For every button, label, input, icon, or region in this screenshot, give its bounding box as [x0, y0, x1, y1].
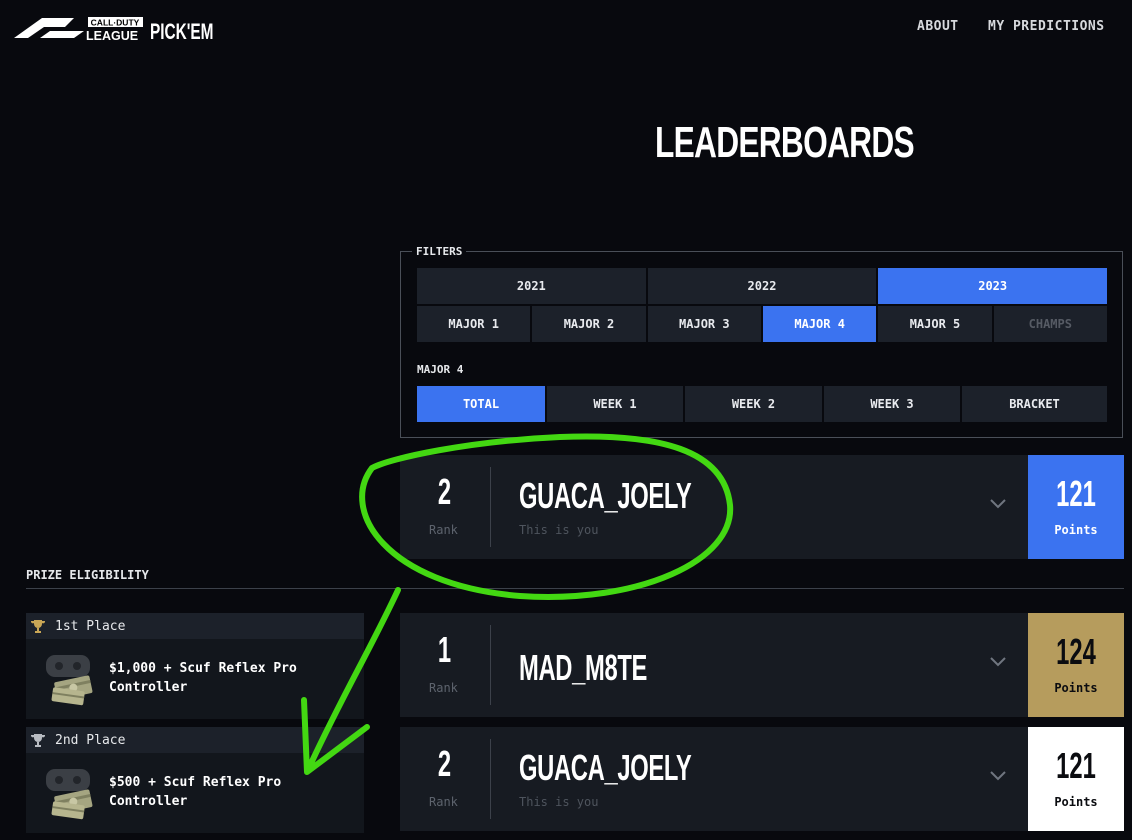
prize-place-label: 1st Place	[55, 619, 126, 634]
tab-year-2023[interactable]: 2023	[878, 268, 1108, 304]
tab-major-1[interactable]: MAJOR 1	[417, 306, 531, 342]
tab-bracket[interactable]: BRACKET	[962, 386, 1107, 422]
tab-major-4[interactable]: MAJOR 4	[762, 306, 877, 342]
tab-week-2[interactable]: WEEK 2	[685, 386, 822, 422]
player-name: MAD_M8TE	[519, 647, 648, 688]
points-box: 124 Points	[1028, 613, 1124, 717]
tab-year-2021[interactable]: 2021	[417, 268, 646, 304]
chevron-down-icon[interactable]	[988, 495, 1008, 511]
year-tabs: 2021 2022 2023	[417, 268, 1108, 304]
points-label: Points	[1054, 795, 1098, 809]
tab-year-2022[interactable]: 2022	[647, 268, 877, 304]
rank-label: Rank	[429, 523, 458, 537]
nav-my-predictions-link[interactable]: MY PREDICTIONS	[988, 19, 1105, 34]
current-user-row[interactable]: 2 Rank GUACA_JOELY This is you 121 Point…	[400, 455, 1124, 559]
row-divider	[490, 739, 491, 819]
prize-place-label: 2nd Place	[55, 733, 126, 748]
logo-top-text: CALL·DUTY	[91, 18, 140, 28]
prize-reward-text: $500 + Scuf Reflex Pro Controller	[109, 775, 282, 809]
leaderboard-row[interactable]: 1 Rank MAD_M8TE 124 Points	[400, 613, 1124, 717]
prize-card-header: 2nd Place	[26, 727, 364, 753]
cdl-pickem-logo[interactable]: CALL·DUTY LEAGUE PICK'EM	[14, 14, 214, 42]
selected-major-label: MAJOR 4	[417, 363, 464, 376]
rank-label: Rank	[429, 681, 458, 695]
controller-cash-icon	[46, 769, 93, 820]
chevron-down-icon[interactable]	[988, 653, 1008, 669]
tab-major-3[interactable]: MAJOR 3	[647, 306, 761, 342]
rank-number: 1	[437, 629, 452, 670]
trophy-icon	[31, 734, 45, 747]
this-is-you-label: This is you	[519, 795, 599, 809]
chevron-down-icon[interactable]	[988, 767, 1008, 783]
prize-eligibility-heading: PRIZE ELIGIBILITY	[26, 568, 149, 582]
points-value: 124	[1056, 631, 1096, 672]
row-divider	[490, 467, 491, 547]
page-title: LEADERBOARDS	[655, 118, 915, 167]
tab-major-5[interactable]: MAJOR 5	[878, 306, 992, 342]
points-value: 121	[1056, 473, 1096, 514]
prize-reward-text: $1,000 + Scuf Reflex Pro Controller	[109, 661, 297, 695]
prize-card-2nd: 2nd Place $500 + Scuf Reflex Pro Control…	[26, 727, 364, 833]
tab-major-2[interactable]: MAJOR 2	[532, 306, 646, 342]
logo-league-text: LEAGUE	[86, 29, 138, 42]
player-name: GUACA_JOELY	[519, 475, 692, 516]
row-divider	[490, 625, 491, 705]
rank-label: Rank	[429, 795, 458, 809]
points-box: 121 Points	[1028, 455, 1124, 559]
week-tabs: TOTAL WEEK 1 WEEK 2 WEEK 3 BRACKET	[417, 386, 1107, 422]
prize-card-header: 1st Place	[26, 613, 364, 639]
prize-divider	[26, 588, 1124, 589]
tab-total[interactable]: TOTAL	[417, 386, 545, 422]
tab-week-1[interactable]: WEEK 1	[547, 386, 683, 422]
leaderboard-row[interactable]: 2 Rank GUACA_JOELY This is you 121 Point…	[400, 727, 1124, 831]
points-box: 121 Points	[1028, 727, 1124, 831]
points-label: Points	[1054, 681, 1098, 695]
major-tabs: MAJOR 1 MAJOR 2 MAJOR 3 MAJOR 4 MAJOR 5 …	[417, 306, 1107, 342]
rank-number: 2	[437, 743, 452, 784]
trophy-icon	[31, 620, 45, 633]
tab-champs: CHAMPS	[993, 306, 1107, 342]
points-value: 121	[1056, 745, 1096, 786]
controller-cash-icon	[46, 655, 93, 706]
this-is-you-label: This is you	[519, 523, 599, 537]
tab-week-3[interactable]: WEEK 3	[824, 386, 960, 422]
filters-legend: FILTERS	[412, 245, 467, 258]
player-name: GUACA_JOELY	[519, 747, 692, 788]
logo-pickem-text: PICK'EM	[150, 20, 213, 42]
nav-about-link[interactable]: ABOUT	[917, 19, 959, 34]
points-label: Points	[1054, 523, 1098, 537]
rank-number: 2	[437, 471, 452, 512]
cdl-chevron-icon	[14, 18, 84, 38]
prize-card-1st: 1st Place $1,000 + Scuf Reflex Pro Contr…	[26, 613, 364, 719]
